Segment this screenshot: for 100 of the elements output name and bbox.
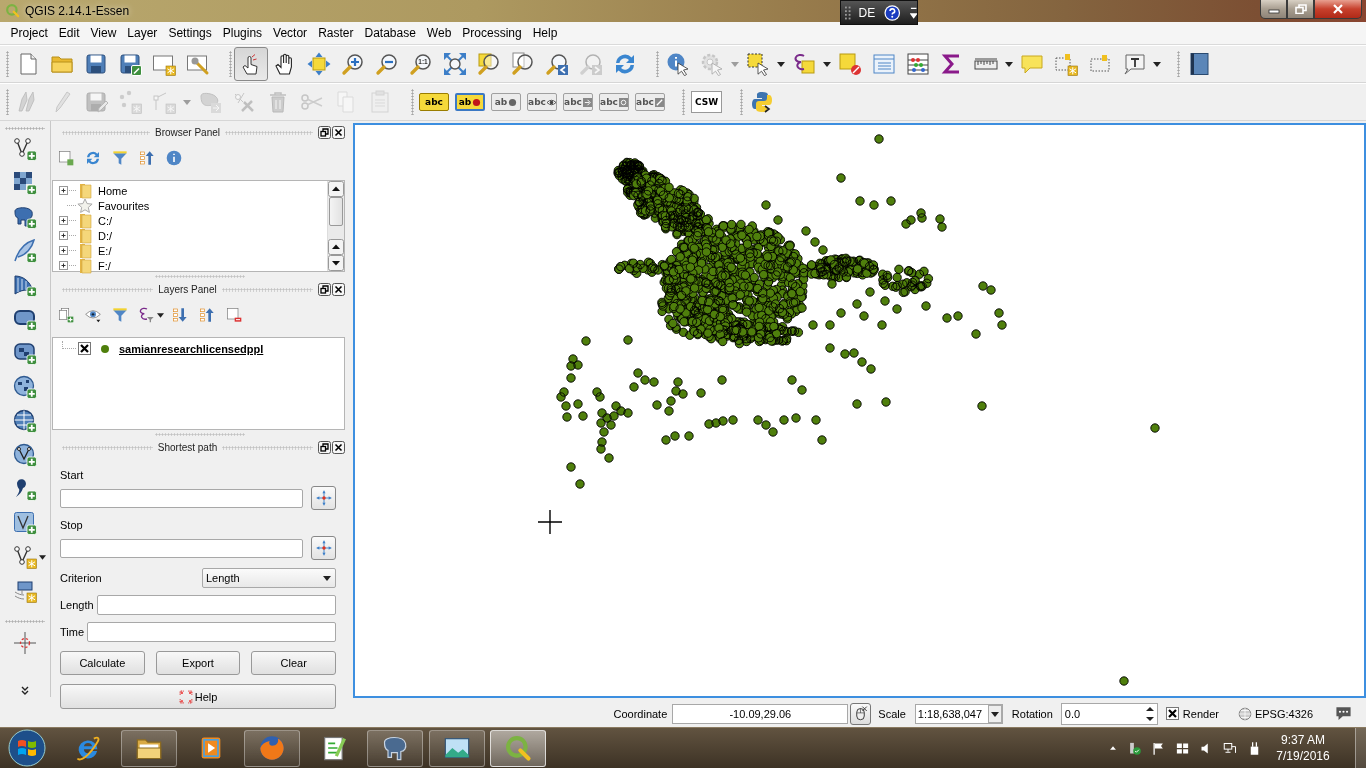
zoom-in-icon[interactable] bbox=[341, 52, 365, 76]
rounded-checker-plus-icon[interactable] bbox=[13, 341, 37, 365]
magnifier-page-icon[interactable] bbox=[511, 52, 535, 76]
funnel-icon[interactable] bbox=[111, 150, 128, 166]
tree-up-arrow-icon[interactable] bbox=[198, 307, 215, 323]
minimize-button[interactable] bbox=[1260, 0, 1287, 19]
label-tool-button[interactable]: ab bbox=[455, 93, 485, 111]
sail-plus-icon[interactable] bbox=[13, 273, 37, 297]
speech-bubble-icon[interactable] bbox=[1335, 705, 1352, 722]
globe-plus-icon[interactable] bbox=[13, 375, 37, 399]
calculate-button[interactable]: Calculate bbox=[60, 651, 145, 675]
toolbar-handle[interactable] bbox=[229, 51, 232, 77]
layer-visibility-checkbox[interactable] bbox=[78, 342, 91, 355]
epsilon-funnel-icon[interactable] bbox=[138, 307, 155, 323]
menu-item[interactable]: Web bbox=[421, 23, 457, 43]
drag-handle[interactable] bbox=[62, 130, 150, 135]
snake-logo-icon[interactable] bbox=[750, 90, 775, 114]
toolbar-handle[interactable] bbox=[740, 89, 744, 115]
menu-item[interactable]: Edit bbox=[53, 23, 86, 43]
close-icon[interactable] bbox=[332, 283, 345, 296]
clock-time[interactable]: 9:37 AM bbox=[1281, 732, 1325, 748]
text-bubble-icon[interactable] bbox=[1122, 52, 1146, 76]
check-badge-icon[interactable] bbox=[1127, 740, 1142, 756]
toolbar-handle[interactable] bbox=[6, 89, 9, 115]
scale-combobox[interactable]: 1:18,638,047 bbox=[914, 703, 1003, 724]
dropdown-caret-icon[interactable] bbox=[1153, 61, 1161, 67]
comma-plus-icon[interactable] bbox=[13, 477, 37, 501]
drag-handle[interactable] bbox=[221, 287, 313, 292]
move-arrows-icon[interactable] bbox=[307, 52, 331, 76]
start-field[interactable] bbox=[60, 488, 303, 508]
crosshair-icon[interactable] bbox=[13, 631, 37, 655]
network-icon[interactable] bbox=[1223, 740, 1238, 756]
toolbar-handle[interactable] bbox=[5, 620, 45, 623]
language-code[interactable]: DE bbox=[858, 5, 876, 20]
expand-arrows-icon[interactable] bbox=[443, 52, 467, 76]
toolbar-handle[interactable] bbox=[1177, 51, 1180, 77]
menu-item[interactable]: Layer bbox=[121, 23, 163, 43]
zoom-out-icon[interactable] bbox=[375, 52, 399, 76]
vector-tile-plus-icon[interactable] bbox=[13, 511, 37, 535]
scroll-thumb[interactable] bbox=[329, 197, 343, 226]
taskbar-button[interactable] bbox=[121, 729, 178, 767]
menu-item[interactable]: Plugins bbox=[217, 23, 268, 43]
drag-handle[interactable] bbox=[222, 445, 313, 450]
rotation-spinbox[interactable]: 0.0 bbox=[1060, 702, 1158, 725]
plus-box-icon[interactable] bbox=[59, 216, 76, 225]
clear-button[interactable]: Clear bbox=[251, 651, 336, 675]
menu-item[interactable]: Settings bbox=[162, 23, 218, 43]
tree-item[interactable]: Home bbox=[98, 184, 128, 197]
dropdown-caret-icon[interactable] bbox=[823, 61, 831, 67]
length-field[interactable] bbox=[96, 595, 336, 615]
tree-item[interactable]: F:/ bbox=[98, 259, 111, 272]
label-tool-button[interactable]: abc bbox=[419, 93, 449, 111]
taskbar-button[interactable] bbox=[490, 729, 547, 767]
tree-item[interactable]: E:/ bbox=[98, 244, 112, 257]
minimize-caret-icon[interactable] bbox=[909, 6, 917, 19]
show-desktop-button[interactable] bbox=[1355, 728, 1366, 768]
rounded-square-plus-icon[interactable] bbox=[13, 307, 37, 331]
square-badge-icon[interactable] bbox=[57, 150, 74, 166]
stacked-pages-plus-icon[interactable] bbox=[57, 307, 74, 323]
vector-plus-icon[interactable] bbox=[13, 137, 37, 161]
floppy-disk-pencil-icon[interactable] bbox=[118, 52, 142, 76]
close-button[interactable] bbox=[1314, 0, 1362, 19]
square-no-sign-icon[interactable] bbox=[838, 52, 862, 76]
undock-icon[interactable] bbox=[318, 441, 331, 454]
taskbar-button[interactable] bbox=[367, 729, 424, 767]
refresh-icon[interactable] bbox=[84, 150, 101, 166]
map-canvas[interactable] bbox=[353, 123, 1366, 698]
restore-button[interactable] bbox=[1287, 0, 1314, 19]
dotted-square-star-icon[interactable] bbox=[1054, 52, 1078, 76]
selection-cursor-icon[interactable] bbox=[746, 52, 770, 76]
flag-icon[interactable] bbox=[1151, 740, 1166, 756]
dropdown-caret-icon[interactable] bbox=[777, 61, 785, 67]
tree-item[interactable]: Favourites bbox=[98, 199, 150, 212]
dropdown-caret-icon[interactable] bbox=[1005, 61, 1013, 67]
start-orb-icon[interactable] bbox=[7, 728, 47, 768]
plus-box-icon[interactable] bbox=[59, 231, 76, 240]
tree-item[interactable]: D:/ bbox=[98, 229, 113, 242]
time-field[interactable] bbox=[87, 622, 336, 642]
toolbar-handle[interactable] bbox=[6, 51, 9, 77]
elephant-plus-icon[interactable] bbox=[13, 205, 37, 229]
magnifier-left-arrow-icon[interactable] bbox=[545, 52, 569, 76]
coordinate-field[interactable]: -10.09,29.06 bbox=[672, 703, 849, 724]
criterion-dropdown[interactable]: Length bbox=[202, 568, 336, 588]
crs-label[interactable]: EPSG:4326 bbox=[1254, 707, 1313, 720]
clock-date[interactable]: 7/19/2016 bbox=[1276, 748, 1330, 764]
close-icon[interactable] bbox=[332, 441, 345, 454]
abacus-icon[interactable] bbox=[906, 52, 930, 76]
toolbar-handle[interactable] bbox=[411, 89, 414, 115]
menu-item[interactable]: Vector bbox=[267, 23, 313, 43]
drag-handle[interactable] bbox=[225, 130, 313, 135]
dropdown-caret-icon[interactable] bbox=[39, 555, 46, 560]
box-lines-star-icon[interactable] bbox=[13, 579, 37, 603]
help-button[interactable]: Help bbox=[60, 684, 336, 709]
epsilon-square-icon[interactable] bbox=[792, 52, 816, 76]
info-cursor-icon[interactable] bbox=[666, 52, 690, 76]
plus-box-icon[interactable] bbox=[59, 186, 76, 195]
render-label[interactable]: Render bbox=[1182, 707, 1219, 720]
info-icon[interactable] bbox=[165, 150, 182, 166]
render-checkbox[interactable] bbox=[1165, 707, 1179, 720]
page-star-icon[interactable] bbox=[152, 52, 176, 76]
